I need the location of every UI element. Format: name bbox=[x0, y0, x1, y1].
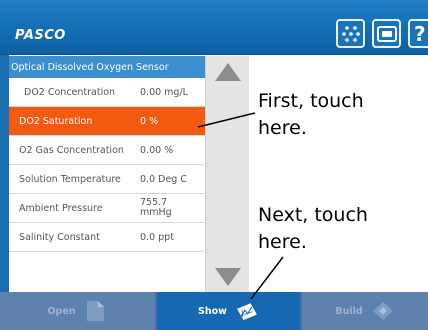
dots-icon bbox=[341, 25, 360, 42]
measurement-value: 0.0 Deg C bbox=[140, 173, 187, 185]
measurement-value: 0.0 ppt bbox=[140, 231, 174, 243]
measurement-value: 0.00 % bbox=[140, 144, 174, 156]
measurement-row-do2-saturation[interactable]: DO2 Saturation 0 % bbox=[9, 107, 205, 136]
annotation-next: Next, touch here. bbox=[258, 204, 368, 253]
scroll-down-icon[interactable] bbox=[215, 268, 241, 286]
bottom-navigation-bar: Open Show Build bbox=[0, 292, 428, 330]
measurement-label: DO2 Concentration bbox=[24, 86, 116, 98]
measurement-row-do2-concentration[interactable]: DO2 Concentration 0.00 mg/L bbox=[9, 78, 205, 107]
tab-label: Build bbox=[335, 305, 363, 317]
measurement-label: Solution Temperature bbox=[19, 173, 121, 185]
help-button[interactable]: ? bbox=[408, 19, 428, 48]
show-graph-icon bbox=[235, 299, 259, 323]
annotation-first: First, touch here. bbox=[258, 90, 364, 139]
sensor-measurement-panel: Optical Dissolved Oxygen Sensor DO2 Conc… bbox=[9, 56, 206, 292]
open-icon bbox=[84, 299, 108, 323]
measurement-row-salinity-constant[interactable]: Salinity Constant 0.0 ppt bbox=[9, 223, 205, 252]
value-unit: mmHg bbox=[140, 207, 172, 218]
build-icon bbox=[371, 299, 395, 323]
meter-icon bbox=[376, 25, 397, 42]
scroll-up-icon[interactable] bbox=[215, 63, 241, 81]
measurement-label: O2 Gas Concentration bbox=[19, 144, 124, 156]
measurement-label: Salinity Constant bbox=[19, 231, 100, 243]
measurement-row-ambient-pressure[interactable]: Ambient Pressure 755.7 mmHg bbox=[9, 194, 205, 223]
tab-show[interactable]: Show bbox=[157, 292, 300, 330]
list-scroll-column bbox=[206, 56, 249, 292]
measurement-label: DO2 Saturation bbox=[19, 115, 93, 127]
tab-label: Open bbox=[47, 305, 76, 317]
meter-button[interactable] bbox=[372, 19, 401, 48]
tab-open[interactable]: Open bbox=[0, 292, 155, 330]
measurement-row-o2-gas-concentration[interactable]: O2 Gas Concentration 0.00 % bbox=[9, 136, 205, 165]
left-frame bbox=[0, 55, 9, 292]
pasco-logo: PASCO bbox=[15, 28, 66, 43]
tab-build[interactable]: Build bbox=[302, 292, 428, 330]
app-header: PASCO ? bbox=[0, 0, 428, 55]
measurement-value: 0 % bbox=[140, 115, 159, 127]
measurement-value: 0.00 mg/L bbox=[140, 86, 188, 98]
measurement-value: 755.7 mmHg bbox=[140, 198, 205, 218]
sensor-dots-button[interactable] bbox=[336, 19, 365, 48]
tab-label: Show bbox=[198, 305, 227, 317]
measurement-label: Ambient Pressure bbox=[19, 202, 103, 214]
sensor-title: Optical Dissolved Oxygen Sensor bbox=[9, 56, 205, 78]
measurement-row-solution-temperature[interactable]: Solution Temperature 0.0 Deg C bbox=[9, 165, 205, 194]
